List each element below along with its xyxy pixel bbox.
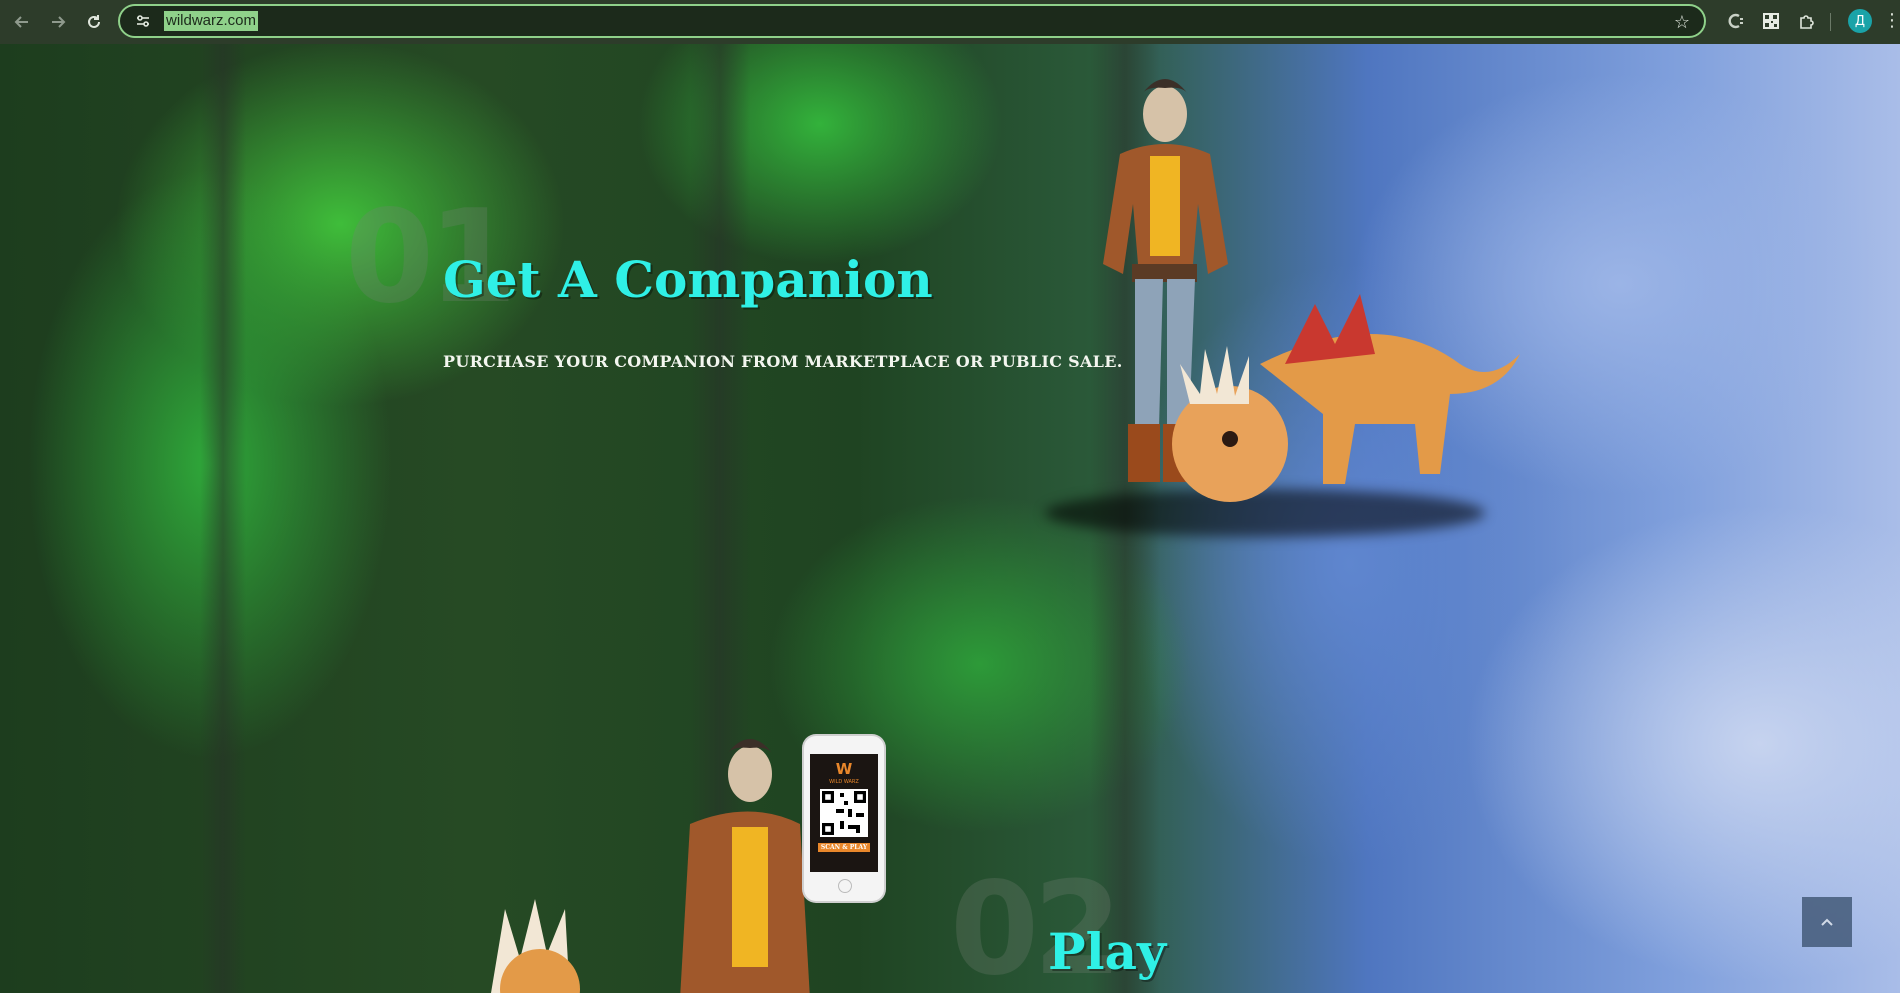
phone-logo-text: WILD WARZ — [829, 779, 859, 785]
phone-mockup: W WILD WARZ SCAN & PLAY — [804, 736, 884, 901]
site-settings-icon — [137, 15, 149, 27]
url-text[interactable]: wildwarz.com — [164, 11, 259, 31]
phone-home-button — [838, 879, 852, 893]
background-tree-trunk — [200, 44, 246, 993]
step-description: PURCHASE YOUR COMPANION FROM MARKETPLACE… — [443, 352, 1123, 371]
kebab-menu-icon[interactable]: ⋮ — [1883, 10, 1900, 31]
qr-code-icon[interactable] — [1760, 10, 1782, 32]
wildwarz-logo: W — [835, 760, 853, 778]
forward-button[interactable] — [44, 8, 72, 36]
bookmark-star-icon[interactable]: ☆ — [1674, 12, 1690, 33]
page-viewport: 01 Get A Companion PURCHASE YOUR COMPANI… — [0, 44, 1900, 993]
extension-c-icon[interactable] — [1725, 10, 1747, 32]
puzzle-icon[interactable] — [1796, 10, 1818, 32]
address-bar[interactable]: wildwarz.com ☆ — [118, 4, 1706, 38]
hero-with-dragon-illustration — [1103, 79, 1520, 502]
chevron-up-icon — [1821, 918, 1833, 926]
phone-screen: W WILD WARZ SCAN & PLAY — [810, 754, 878, 872]
toolbar-divider — [1830, 13, 1831, 31]
profile-avatar[interactable]: Д — [1848, 9, 1872, 33]
back-button[interactable] — [8, 8, 36, 36]
step-title: Get A Companion — [443, 250, 933, 309]
reload-button[interactable] — [80, 8, 108, 36]
qr-code-image — [820, 789, 868, 837]
forward-arrow-icon — [52, 16, 66, 28]
step-title: Play — [1048, 922, 1167, 981]
site-info-button[interactable] — [132, 10, 154, 32]
browser-toolbar: wildwarz.com ☆ Д ⋮ — [0, 0, 1900, 44]
back-arrow-icon — [14, 16, 28, 28]
scroll-to-top-button[interactable] — [1802, 897, 1852, 947]
reload-icon — [88, 15, 100, 28]
scan-and-play-label: SCAN & PLAY — [817, 843, 871, 852]
